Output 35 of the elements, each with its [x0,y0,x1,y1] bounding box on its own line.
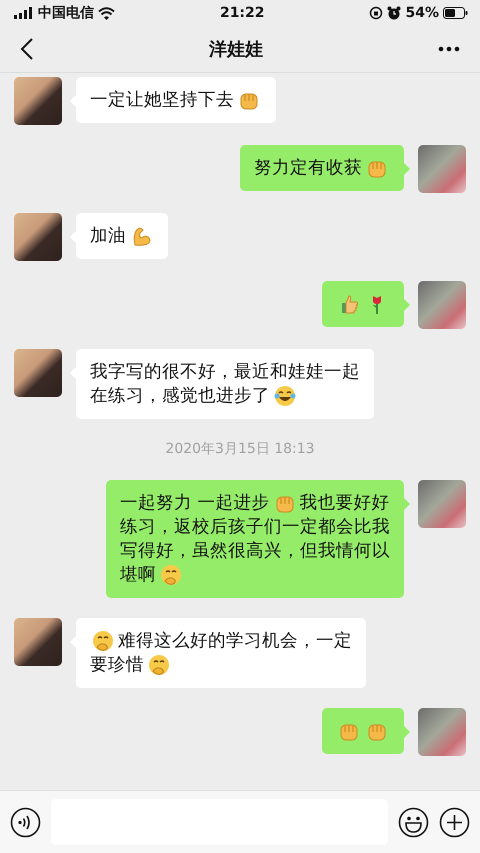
message-text: 写得好，虽然很高兴，但我情何以 [120,540,390,563]
emoji-face-icon[interactable] [398,806,429,838]
chat-title: 洋娃娃 [209,38,263,62]
timestamp: 2020年3月15日 18:13 [165,440,315,459]
battery-percent: 54% [405,4,439,22]
avatar-placeholder[interactable] [14,77,62,125]
more-icon[interactable] [438,46,460,52]
plus-icon[interactable] [439,806,470,838]
back-icon[interactable] [20,38,34,60]
smirking-face-emoji-icon [92,630,114,652]
smirking-face-emoji-icon [148,654,170,676]
laughing-face-emoji-icon [274,385,296,407]
message-text: 练习，返校后孩子们一定都会比我 [120,516,390,539]
smirking-face-emoji-icon [160,564,182,586]
alarm-icon [387,6,402,20]
carrier-name: 中国电信 [38,4,94,22]
wifi-icon [98,6,115,20]
message-text: 难得这么好的学习机会，一定 [118,630,352,653]
message-text: 我字写的很不好，最近和娃娃一起 [90,361,360,384]
message-text: 在练习，感觉也进步了 [90,385,270,408]
message-text: 堪啊 [120,564,156,587]
avatar-placeholder[interactable] [14,213,62,261]
message-text: 加油 [90,225,126,248]
message-text: 努力定有收获 [254,157,362,180]
message-text: 一起努力 一起进步 [120,492,270,515]
clock-time: 21:22 [218,4,266,22]
voice-icon[interactable] [10,806,41,838]
avatar-placeholder[interactable] [14,349,62,397]
message-text: 我也要好好 [300,492,390,515]
message-text: 一定让她坚持下去 [90,89,234,112]
signal-icon [14,7,34,19]
avatar-placeholder[interactable] [14,618,62,666]
rotation-lock-icon [369,6,384,20]
battery-icon [443,7,468,19]
message-text: 要珍惜 [90,654,144,677]
